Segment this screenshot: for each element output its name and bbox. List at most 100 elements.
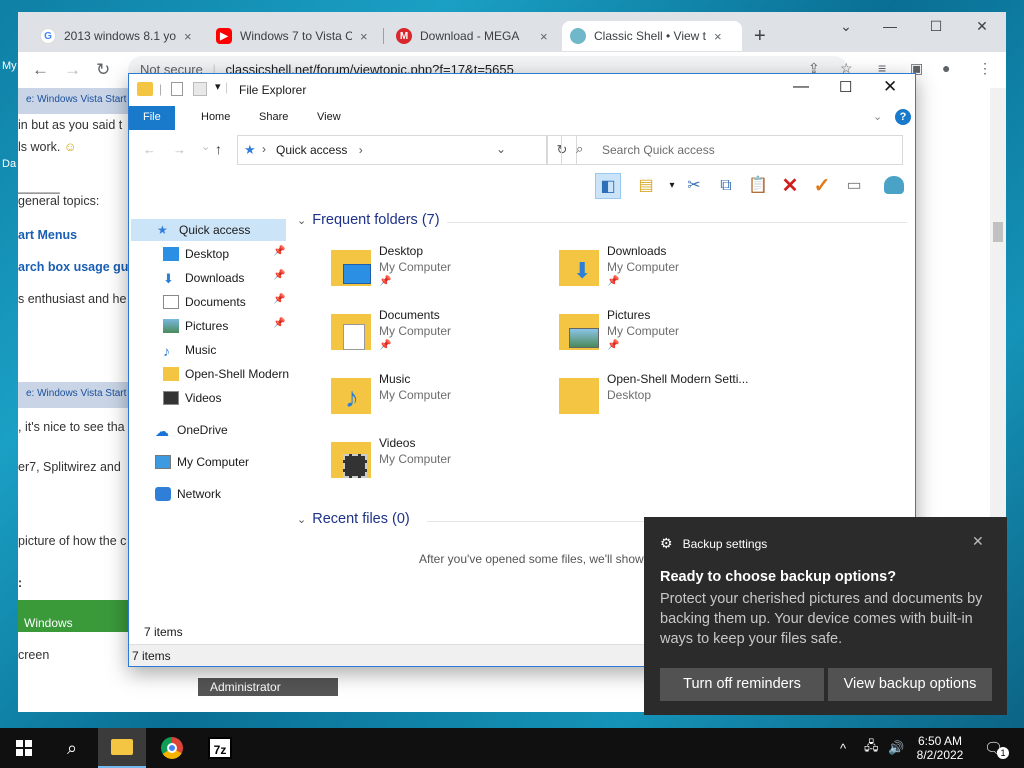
pin-icon: 📌: [379, 276, 392, 287]
tab-search-icon[interactable]: ⌄: [826, 18, 866, 42]
minimize-icon[interactable]: —: [793, 78, 809, 96]
properties-icon[interactable]: [171, 82, 183, 96]
browser-tab-2[interactable]: ▶ Windows 7 to Vista C ×: [208, 21, 384, 51]
close-icon[interactable]: ✕: [962, 18, 1002, 42]
thumbnail-caption: Windows: [24, 616, 73, 630]
action-center-icon[interactable]: 🗨 1: [984, 728, 1010, 768]
nav-item-onedrive[interactable]: ☁ OneDrive: [131, 419, 286, 441]
browser-tab-4[interactable]: Classic Shell • View t ×: [562, 21, 742, 51]
address-dropdown-icon[interactable]: ⌄: [496, 142, 506, 156]
recent-locations-icon[interactable]: ⌄: [201, 140, 210, 153]
forward-icon[interactable]: →: [173, 142, 186, 157]
scrollbar-thumb[interactable]: [993, 222, 1003, 242]
navigation-pane-icon[interactable]: ◧: [595, 173, 621, 199]
profile-avatar-icon[interactable]: ●: [942, 60, 950, 76]
folder-icon: [559, 314, 599, 350]
post-text: s enthusiast and he: [18, 292, 127, 306]
folder-tile-desktop[interactable]: Desktop My Computer 📌: [331, 244, 551, 300]
nav-item-pictures[interactable]: Pictures 📌: [131, 315, 286, 337]
youtube-icon: ▶: [216, 28, 232, 44]
customize-toolbar-icon[interactable]: ▾: [215, 80, 221, 93]
maximize-icon[interactable]: ☐: [839, 78, 852, 96]
check-icon[interactable]: ✓: [809, 173, 835, 199]
folder-tile-documents[interactable]: Documents My Computer 📌: [331, 308, 551, 364]
menu-kebab-icon[interactable]: ⋮: [978, 60, 992, 77]
folder-name: Pictures: [607, 308, 651, 322]
close-tab-icon[interactable]: ×: [184, 29, 192, 44]
taskbar-chrome[interactable]: [148, 728, 196, 768]
post-text: general topics:: [18, 194, 100, 208]
rename-icon[interactable]: ▭: [841, 173, 867, 199]
view-options-icon[interactable]: ▤: [633, 173, 659, 199]
back-icon[interactable]: ←: [32, 60, 49, 80]
nav-item-downloads[interactable]: ⬇ Downloads 📌: [131, 267, 286, 289]
toolbar-separator: |: [159, 82, 163, 96]
browser-tab-1[interactable]: G 2013 windows 8.1 yo ×: [32, 21, 220, 51]
nav-item-videos[interactable]: Videos: [131, 387, 286, 409]
music-note-icon: ♪: [345, 382, 359, 413]
tab-file[interactable]: File: [129, 106, 175, 130]
download-arrow-icon: ⬇: [573, 258, 592, 283]
new-folder-icon[interactable]: [193, 82, 207, 96]
nav-item-documents[interactable]: Documents 📌: [131, 291, 286, 313]
nav-item-music[interactable]: ♪ Music: [131, 339, 286, 361]
close-icon[interactable]: ✕: [883, 77, 897, 97]
volume-icon[interactable]: 🔊: [888, 728, 904, 768]
cut-icon[interactable]: ✂: [681, 173, 707, 199]
view-backup-options-button[interactable]: View backup options: [828, 668, 992, 701]
nav-item-network[interactable]: Network: [131, 483, 286, 505]
reload-icon[interactable]: ↻: [96, 60, 110, 80]
close-tab-icon[interactable]: ×: [360, 29, 368, 44]
tab-share[interactable]: Share: [245, 106, 302, 130]
nav-label: Videos: [185, 391, 222, 405]
folder-tile-pictures[interactable]: Pictures My Computer 📌: [559, 308, 779, 364]
mega-icon: M: [396, 28, 412, 44]
help-icon[interactable]: ?: [895, 109, 911, 125]
browser-tab-3[interactable]: M Download - MEGA ×: [388, 21, 558, 51]
post-link[interactable]: art Menus: [18, 228, 77, 242]
tab-view[interactable]: View: [303, 106, 355, 130]
nav-item-my-computer[interactable]: My Computer: [131, 451, 286, 473]
folder-tile-open-shell[interactable]: Open-Shell Modern Setti... Desktop: [559, 372, 779, 428]
nav-label: Quick access: [179, 223, 251, 237]
network-icon: [155, 487, 171, 501]
paste-icon[interactable]: 📋: [745, 173, 771, 199]
clock[interactable]: 6:50 AM 8/2/2022: [912, 728, 968, 768]
expand-ribbon-icon[interactable]: ⌄: [873, 110, 882, 123]
folder-tile-videos[interactable]: Videos My Computer: [331, 436, 551, 492]
search-box[interactable]: ⌕ Search Quick access: [561, 135, 903, 165]
address-field[interactable]: ★ › Quick access › ⌄: [237, 135, 547, 165]
nav-label: Pictures: [185, 319, 229, 333]
tab-home[interactable]: Home: [187, 106, 244, 130]
network-tray-icon[interactable]: 🖧: [864, 728, 879, 768]
nav-item-open-shell[interactable]: Open-Shell Modern: [131, 363, 291, 385]
maximize-icon[interactable]: ☐: [916, 18, 956, 42]
toast-close-icon[interactable]: ✕: [972, 533, 984, 550]
folder-tile-music[interactable]: ♪ Music My Computer: [331, 372, 551, 428]
frequent-folders-header[interactable]: ⌄ Frequent folders (7): [297, 212, 907, 228]
nav-item-desktop[interactable]: Desktop 📌: [131, 243, 286, 265]
new-tab-button[interactable]: +: [746, 21, 776, 51]
search-icon[interactable]: ⌕: [48, 728, 96, 768]
minimize-icon[interactable]: —: [870, 18, 910, 42]
nav-label: Open-Shell Modern: [185, 367, 290, 381]
start-button[interactable]: [0, 728, 48, 768]
folder-location: My Computer: [379, 324, 452, 338]
post-link[interactable]: arch box usage gui: [18, 260, 132, 274]
close-tab-icon[interactable]: ×: [714, 29, 722, 44]
folder-tile-downloads[interactable]: ⬇ Downloads My Computer 📌: [559, 244, 779, 300]
taskbar-7zip[interactable]: 7z: [196, 728, 244, 768]
up-icon[interactable]: ↑: [215, 141, 222, 157]
show-hidden-icons[interactable]: ^: [840, 728, 846, 768]
nav-item-quick-access[interactable]: ★ Quick access: [131, 219, 286, 241]
documents-icon: [163, 295, 179, 309]
taskbar-file-explorer[interactable]: [98, 728, 146, 768]
turn-off-reminders-button[interactable]: Turn off reminders: [660, 668, 824, 701]
back-icon[interactable]: ←: [143, 142, 156, 157]
close-tab-icon[interactable]: ×: [540, 29, 548, 44]
delete-icon[interactable]: ✕: [777, 173, 803, 199]
folder-name: Downloads: [607, 244, 667, 258]
forward-icon[interactable]: →: [64, 60, 81, 80]
classic-shell-icon[interactable]: [881, 173, 907, 199]
copy-icon[interactable]: ⧉: [713, 173, 739, 199]
